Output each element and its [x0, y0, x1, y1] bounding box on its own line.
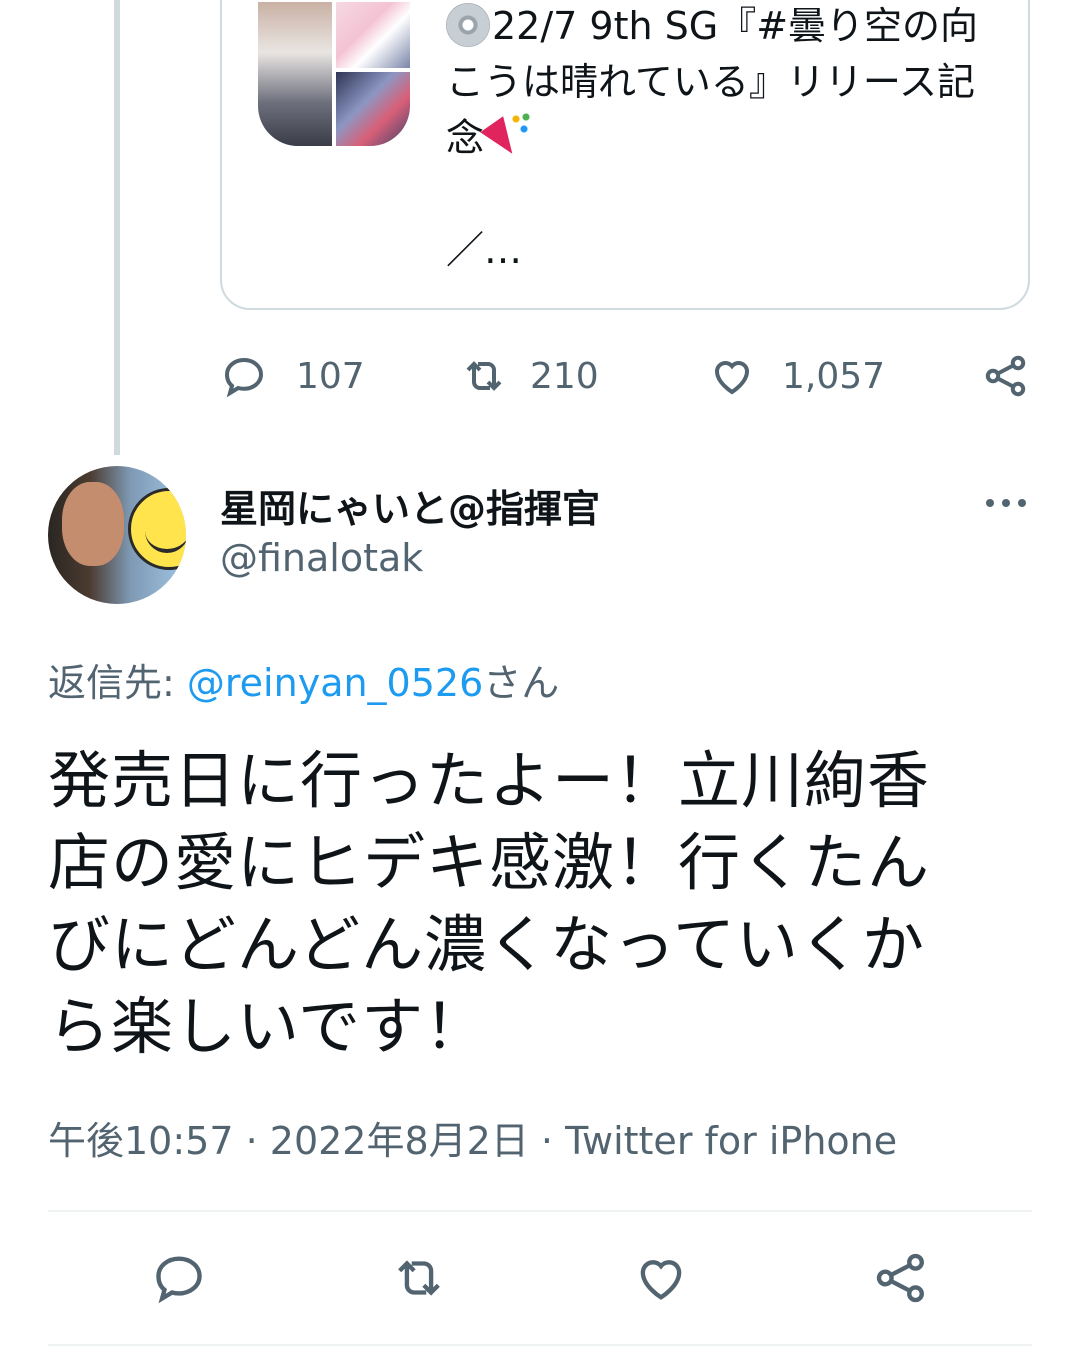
- retweet-icon: [398, 1260, 440, 1296]
- tweet-text: 発売日に行ったよー！立川絢香店の愛にヒデキ感激！行くたんびにどんどん濃くなってい…: [48, 744, 931, 1063]
- avatar[interactable]: [48, 466, 186, 604]
- smiley-face-icon: [128, 488, 186, 570]
- party-popper-icon: [484, 111, 534, 161]
- share-action[interactable]: [982, 348, 1030, 404]
- tweet-time[interactable]: 午後10:57: [48, 1119, 234, 1163]
- share-button[interactable]: [872, 1250, 930, 1306]
- thread-connector-line: [114, 0, 120, 455]
- retweet-button[interactable]: [390, 1250, 448, 1306]
- retweet-icon: [466, 361, 502, 391]
- tweet-source[interactable]: Twitter for iPhone: [565, 1119, 897, 1163]
- reply-to-mention-link[interactable]: @reinyan_0526: [187, 661, 483, 705]
- reply-count: 107: [296, 355, 365, 397]
- separator-dot: ·: [233, 1119, 270, 1163]
- retweet-action[interactable]: 210: [460, 348, 599, 404]
- like-button[interactable]: [632, 1250, 690, 1306]
- media-photo-3[interactable]: [336, 72, 410, 146]
- optical-disc-icon: [446, 3, 490, 47]
- share-icon: [985, 355, 1026, 397]
- reply-to-line: 返信先: @reinyan_0526さん: [48, 652, 559, 707]
- divider: [48, 1210, 1032, 1212]
- user-handle[interactable]: @finalotak: [220, 536, 423, 580]
- more-dots-icon: [986, 499, 1026, 507]
- reply-icon: [156, 1256, 202, 1304]
- heart-icon: [714, 361, 750, 395]
- like-action[interactable]: 1,057: [708, 348, 885, 404]
- reply-to-label: 返信先:: [48, 661, 187, 705]
- quoted-tweet-actions: 107 210 1,057: [220, 348, 1030, 404]
- tweet-metadata: 午後10:57 · 2022年8月2日 · Twitter for iPhone: [48, 1110, 897, 1165]
- media-photo-1[interactable]: [258, 2, 332, 146]
- quoted-tweet-text-line2: ／…: [446, 228, 523, 272]
- reply-to-suffix: さん: [483, 661, 560, 705]
- quoted-tweet-text: 22/7 9th SG『#曇り空の向こうは晴れている』リリース記念 ／…: [446, 0, 1006, 278]
- reply-icon: [224, 357, 264, 398]
- share-icon: [876, 1253, 924, 1303]
- like-count: 1,057: [782, 355, 886, 397]
- quoted-tweet-media[interactable]: [258, 2, 410, 146]
- media-photo-2[interactable]: [336, 2, 410, 68]
- reply-action[interactable]: 107: [220, 348, 365, 404]
- quoted-tweet-card[interactable]: 22/7 9th SG『#曇り空の向こうは晴れている』リリース記念 ／…: [220, 0, 1030, 310]
- display-name[interactable]: 星岡にゃいと@指揮官: [220, 478, 600, 533]
- avatar-face: [62, 482, 124, 566]
- reply-button[interactable]: [150, 1250, 208, 1306]
- retweet-count: 210: [530, 355, 599, 397]
- more-options-button[interactable]: [984, 488, 1028, 518]
- divider: [48, 1344, 1032, 1346]
- separator-dot: ·: [528, 1119, 566, 1163]
- heart-icon: [640, 1260, 682, 1300]
- tweet-date[interactable]: 2022年8月2日: [270, 1119, 529, 1163]
